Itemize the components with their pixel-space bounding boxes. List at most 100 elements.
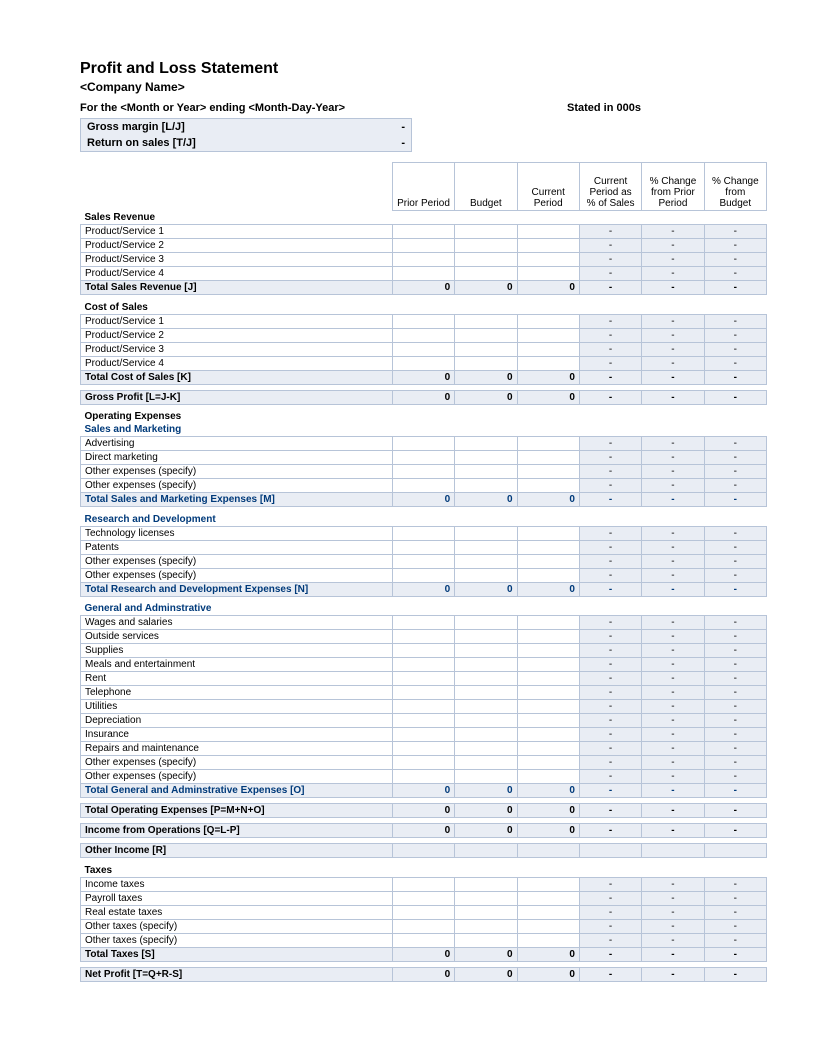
cell-pct-budget: -: [704, 225, 766, 239]
row-label: Product/Service 3: [81, 342, 393, 356]
cell-budget: [455, 686, 517, 700]
table-row: Other taxes (specify)---: [81, 933, 767, 947]
cell-budget: [455, 540, 517, 554]
row-label: Telephone: [81, 686, 393, 700]
row-label: Other expenses (specify): [81, 479, 393, 493]
cell-budget: [455, 742, 517, 756]
cell-current: [517, 672, 579, 686]
cell-pct-sales: -: [579, 877, 641, 891]
cell-pct-sales: -: [579, 526, 641, 540]
cell-pct-budget: -: [704, 824, 766, 838]
row-label: Total General and Adminstrative Expenses…: [81, 784, 393, 798]
cell-prior: [392, 728, 454, 742]
cell-prior: [392, 451, 454, 465]
cell-prior: [392, 933, 454, 947]
cell-pct-prior: -: [642, 342, 704, 356]
table-row: Telephone---: [81, 686, 767, 700]
cell-budget: [455, 728, 517, 742]
cell-pct-prior: -: [642, 824, 704, 838]
cell-empty: [704, 844, 766, 858]
cell-pct-prior: -: [642, 253, 704, 267]
cell-current: 0: [517, 390, 579, 404]
cell-current: 0: [517, 947, 579, 961]
cell-prior: [392, 437, 454, 451]
cell-pct-sales: -: [579, 267, 641, 281]
cell-current: 0: [517, 784, 579, 798]
cell-budget: [455, 630, 517, 644]
row-label: Depreciation: [81, 714, 393, 728]
cell-pct-prior: -: [642, 390, 704, 404]
gross-margin-value: -: [301, 119, 411, 135]
cell-pct-sales: -: [579, 437, 641, 451]
cell-pct-budget: -: [704, 281, 766, 295]
cell-pct-sales: -: [579, 742, 641, 756]
cell-pct-budget: -: [704, 756, 766, 770]
cell-prior: [392, 686, 454, 700]
table-row: Repairs and maintenance---: [81, 742, 767, 756]
cell-pct-budget: -: [704, 451, 766, 465]
cell-budget: [455, 225, 517, 239]
section-sales-revenue: Sales Revenue: [81, 211, 767, 225]
table-row: Product/Service 3---: [81, 253, 767, 267]
cell-prior: 0: [392, 390, 454, 404]
cell-pct-prior: -: [642, 356, 704, 370]
row-label: Meals and entertainment: [81, 658, 393, 672]
total-cost-of-sales: Total Cost of Sales [K]000---: [81, 370, 767, 384]
cell-pct-budget: -: [704, 493, 766, 507]
cell-current: 0: [517, 493, 579, 507]
cell-pct-sales: -: [579, 479, 641, 493]
cell-budget: [455, 616, 517, 630]
cell-pct-sales: -: [579, 933, 641, 947]
cell-current: [517, 356, 579, 370]
row-label: Product/Service 2: [81, 328, 393, 342]
cell-pct-sales: -: [579, 824, 641, 838]
cell-pct-budget: -: [704, 540, 766, 554]
table-row: Other expenses (specify)---: [81, 465, 767, 479]
cell-budget: [455, 644, 517, 658]
total-sales-marketing: Total Sales and Marketing Expenses [M]00…: [81, 493, 767, 507]
cell-pct-sales: -: [579, 582, 641, 596]
cell-current: 0: [517, 967, 579, 981]
gross-margin-label: Gross margin [L/J]: [81, 119, 301, 135]
cell-pct-budget: -: [704, 630, 766, 644]
stated-text: Stated in 000s: [567, 102, 767, 114]
cell-pct-budget: -: [704, 644, 766, 658]
cell-pct-prior: -: [642, 933, 704, 947]
cell-pct-budget: -: [704, 891, 766, 905]
table-row: Insurance---: [81, 728, 767, 742]
cell-pct-sales: -: [579, 905, 641, 919]
cell-prior: [392, 314, 454, 328]
table-row: Real estate taxes---: [81, 905, 767, 919]
cell-prior: 0: [392, 824, 454, 838]
cell-pct-budget: -: [704, 686, 766, 700]
cell-pct-sales: -: [579, 328, 641, 342]
col-header-pct-sales: Current Period as % of Sales: [579, 163, 641, 211]
cell-pct-prior: -: [642, 700, 704, 714]
cell-pct-prior: -: [642, 465, 704, 479]
cell-current: [517, 714, 579, 728]
cell-prior: [392, 877, 454, 891]
cell-pct-budget: -: [704, 905, 766, 919]
subsection-sales-marketing: Sales and Marketing: [81, 423, 767, 437]
cell-current: [517, 465, 579, 479]
cell-pct-prior: -: [642, 267, 704, 281]
cell-pct-budget: -: [704, 947, 766, 961]
cell-prior: [392, 919, 454, 933]
row-label: Direct marketing: [81, 451, 393, 465]
table-row: Other taxes (specify)---: [81, 919, 767, 933]
cell-pct-budget: -: [704, 437, 766, 451]
cell-pct-budget: -: [704, 328, 766, 342]
cell-pct-prior: -: [642, 714, 704, 728]
cell-pct-prior: -: [642, 672, 704, 686]
cell-pct-prior: -: [642, 451, 704, 465]
cell-prior: [392, 616, 454, 630]
row-label: Outside services: [81, 630, 393, 644]
cell-pct-budget: -: [704, 616, 766, 630]
cell-prior: [392, 644, 454, 658]
cell-prior: [392, 328, 454, 342]
cell-prior: [392, 844, 454, 858]
cell-pct-sales: -: [579, 686, 641, 700]
cell-prior: [392, 465, 454, 479]
income-from-operations: Income from Operations [Q=L-P]000---: [81, 824, 767, 838]
cell-pct-prior: -: [642, 919, 704, 933]
